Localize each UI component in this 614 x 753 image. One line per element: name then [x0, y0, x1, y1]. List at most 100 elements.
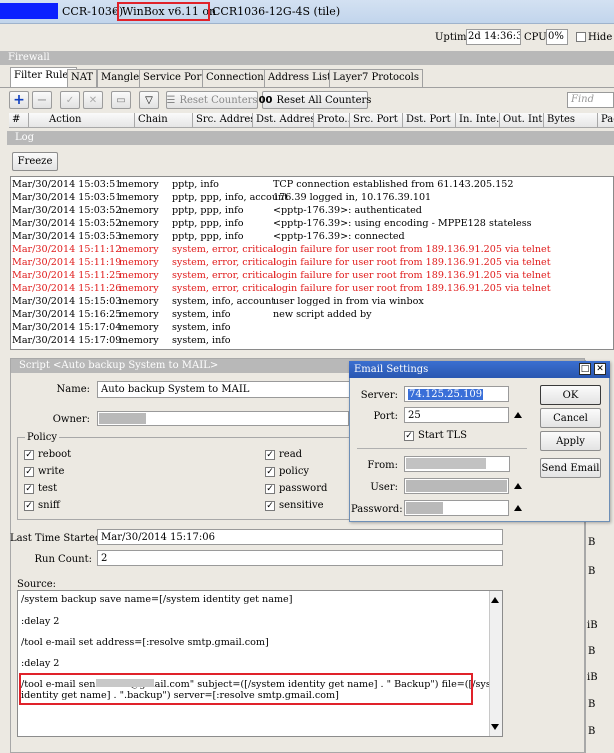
scroll-up-icon[interactable] — [491, 597, 499, 603]
right-letter: iB — [587, 620, 598, 631]
reset-all-counters-label: Reset All Counters — [276, 94, 372, 106]
start-tls-checkbox[interactable]: ✓ — [404, 430, 414, 441]
policy-password[interactable]: ✓ password — [265, 483, 327, 494]
reset-counters-button[interactable]: ☰ Reset Counters — [166, 91, 258, 109]
policy-sensitive[interactable]: ✓ sensitive — [265, 500, 324, 511]
policy-password-checkbox[interactable]: ✓ — [265, 483, 275, 494]
source-highlight-box — [19, 673, 473, 705]
policy-read[interactable]: ✓ read — [265, 449, 302, 460]
policy-read-checkbox[interactable]: ✓ — [265, 449, 275, 460]
run-count-label: Run Count: — [34, 554, 92, 565]
log-table: Mar/30/2014 15:03:51 memory pptp, info TCP … — [10, 176, 614, 350]
enable-icon[interactable]: ✓ — [60, 91, 80, 109]
policy-test[interactable]: ✓ test — [24, 483, 57, 494]
start-tls[interactable]: ✓ Start TLS — [404, 430, 467, 441]
from-redacted — [406, 458, 486, 469]
col-header-bytes[interactable]: Bytes — [544, 113, 598, 128]
col-header-in-interface[interactable]: In. Inte... — [456, 113, 500, 128]
tab-layer7-protocols[interactable]: Layer7 Protocols — [329, 69, 424, 87]
reset-all-counters-button[interactable]: 00 Reset All Counters — [258, 91, 371, 109]
col-header-dst-address[interactable]: Dst. Address — [253, 113, 314, 128]
server-input[interactable]: 74.125.25.109 — [404, 386, 509, 402]
window-titlebar: CCR-1036) - WinBox v6.11 on CCR1036-12G-… — [0, 0, 614, 24]
right-letter: B — [588, 537, 596, 548]
minimize-icon[interactable]: □ — [579, 363, 591, 375]
comment-icon[interactable]: ▭ — [111, 91, 131, 109]
source-line: /tool e-mail set address=[:resolve smtp.… — [21, 637, 269, 648]
hide-passwords-checkbox[interactable] — [576, 32, 586, 42]
send-email-button[interactable]: Send Email — [540, 458, 601, 478]
status-strip: Uptime: 2d 14:36:38 CPU: 0% Hide P — [0, 24, 614, 50]
col-header-packets[interactable]: Pac — [598, 113, 614, 128]
password-collapse-icon[interactable] — [514, 505, 522, 511]
policy-test-checkbox[interactable]: ✓ — [24, 483, 34, 494]
tab-connections[interactable]: Connections — [202, 69, 273, 87]
source-editor[interactable]: /system backup save name=[/system identi… — [17, 590, 503, 737]
title-highlight-box — [117, 2, 210, 21]
cpu-value: 0% — [546, 29, 568, 45]
policy-write-checkbox[interactable]: ✓ — [24, 466, 34, 477]
policy-sensitive-checkbox[interactable]: ✓ — [265, 500, 275, 511]
user-label: User: — [370, 482, 398, 493]
password-redacted — [406, 502, 443, 514]
server-label: Server: — [360, 390, 398, 401]
tab-nat[interactable]: NAT — [67, 69, 98, 87]
tab-divider — [0, 87, 614, 88]
reset-counters-label: Reset Counters — [179, 94, 258, 106]
col-header-src-address[interactable]: Src. Address — [193, 113, 253, 128]
password-label: Password: — [351, 504, 403, 515]
title-device: CCR1036-12G-4S (tile) — [212, 5, 341, 18]
hide-passwords-label: Hide P — [588, 32, 614, 43]
reset-all-counters-icon: 00 — [258, 94, 273, 106]
user-collapse-icon[interactable] — [514, 483, 522, 489]
policy-sniff-checkbox[interactable]: ✓ — [24, 500, 34, 511]
source-line: :delay 2 — [21, 658, 60, 669]
ok-button[interactable]: OK — [540, 385, 601, 405]
policy-policy[interactable]: ✓ policy — [265, 466, 309, 477]
policy-label: Policy — [25, 432, 59, 443]
filter-icon[interactable]: ▽ — [139, 91, 159, 109]
reset-counters-icon: ☰ — [166, 94, 176, 106]
col-header-src-port[interactable]: Src. Port — [350, 113, 403, 128]
source-line: /system backup save name=[/system identi… — [21, 594, 293, 605]
run-count-value: 2 — [97, 550, 503, 566]
last-started-label: Last Time Started: — [10, 533, 105, 544]
uptime-value: 2d 14:36:38 — [466, 29, 521, 45]
owner-label: Owner: — [52, 414, 90, 425]
script-name-input[interactable]: Auto backup System to MAIL — [97, 381, 352, 398]
col-header-chain[interactable]: Chain — [135, 113, 193, 128]
from-label: From: — [367, 460, 398, 471]
policy-reboot-checkbox[interactable]: ✓ — [24, 449, 34, 460]
user-redacted — [406, 480, 507, 492]
close-icon[interactable]: ✕ — [594, 363, 606, 375]
server-value: 74.125.25.109 — [408, 389, 484, 400]
find-input[interactable]: Find — [567, 92, 614, 108]
scroll-down-icon[interactable] — [491, 724, 499, 730]
policy-reboot[interactable]: ✓ reboot — [24, 449, 71, 460]
disable-icon[interactable]: ✕ — [83, 91, 103, 109]
source-scrollbar[interactable] — [489, 591, 502, 736]
name-label: Name: — [56, 384, 90, 395]
policy-policy-checkbox[interactable]: ✓ — [265, 466, 275, 477]
add-rule-button[interactable]: + — [9, 91, 29, 109]
port-collapse-icon[interactable] — [514, 412, 522, 418]
policy-write[interactable]: ✓ write — [24, 466, 64, 477]
email-divider — [357, 448, 527, 449]
right-letter: B — [588, 726, 596, 737]
email-dialog-title: Email Settings — [349, 361, 610, 378]
cancel-button[interactable]: Cancel — [540, 408, 601, 428]
source-line: :delay 2 — [21, 616, 60, 627]
col-header-protocol[interactable]: Proto... — [314, 113, 350, 128]
remove-rule-button[interactable]: − — [32, 91, 52, 109]
freeze-button[interactable]: Freeze — [12, 152, 58, 171]
col-header-dst-port[interactable]: Dst. Port — [403, 113, 456, 128]
col-header-action[interactable]: Action — [29, 113, 135, 128]
apply-button[interactable]: Apply — [540, 431, 601, 451]
tab-mangle[interactable]: Mangle — [97, 69, 144, 87]
port-input[interactable]: 25 — [404, 407, 509, 423]
log-title: Log — [7, 131, 614, 145]
col-header-number[interactable]: # — [9, 113, 29, 128]
policy-sniff[interactable]: ✓ sniff — [24, 500, 60, 511]
col-header-out-interface[interactable]: Out. Int... — [500, 113, 544, 128]
last-started-value: Mar/30/2014 15:17:06 — [97, 529, 503, 545]
